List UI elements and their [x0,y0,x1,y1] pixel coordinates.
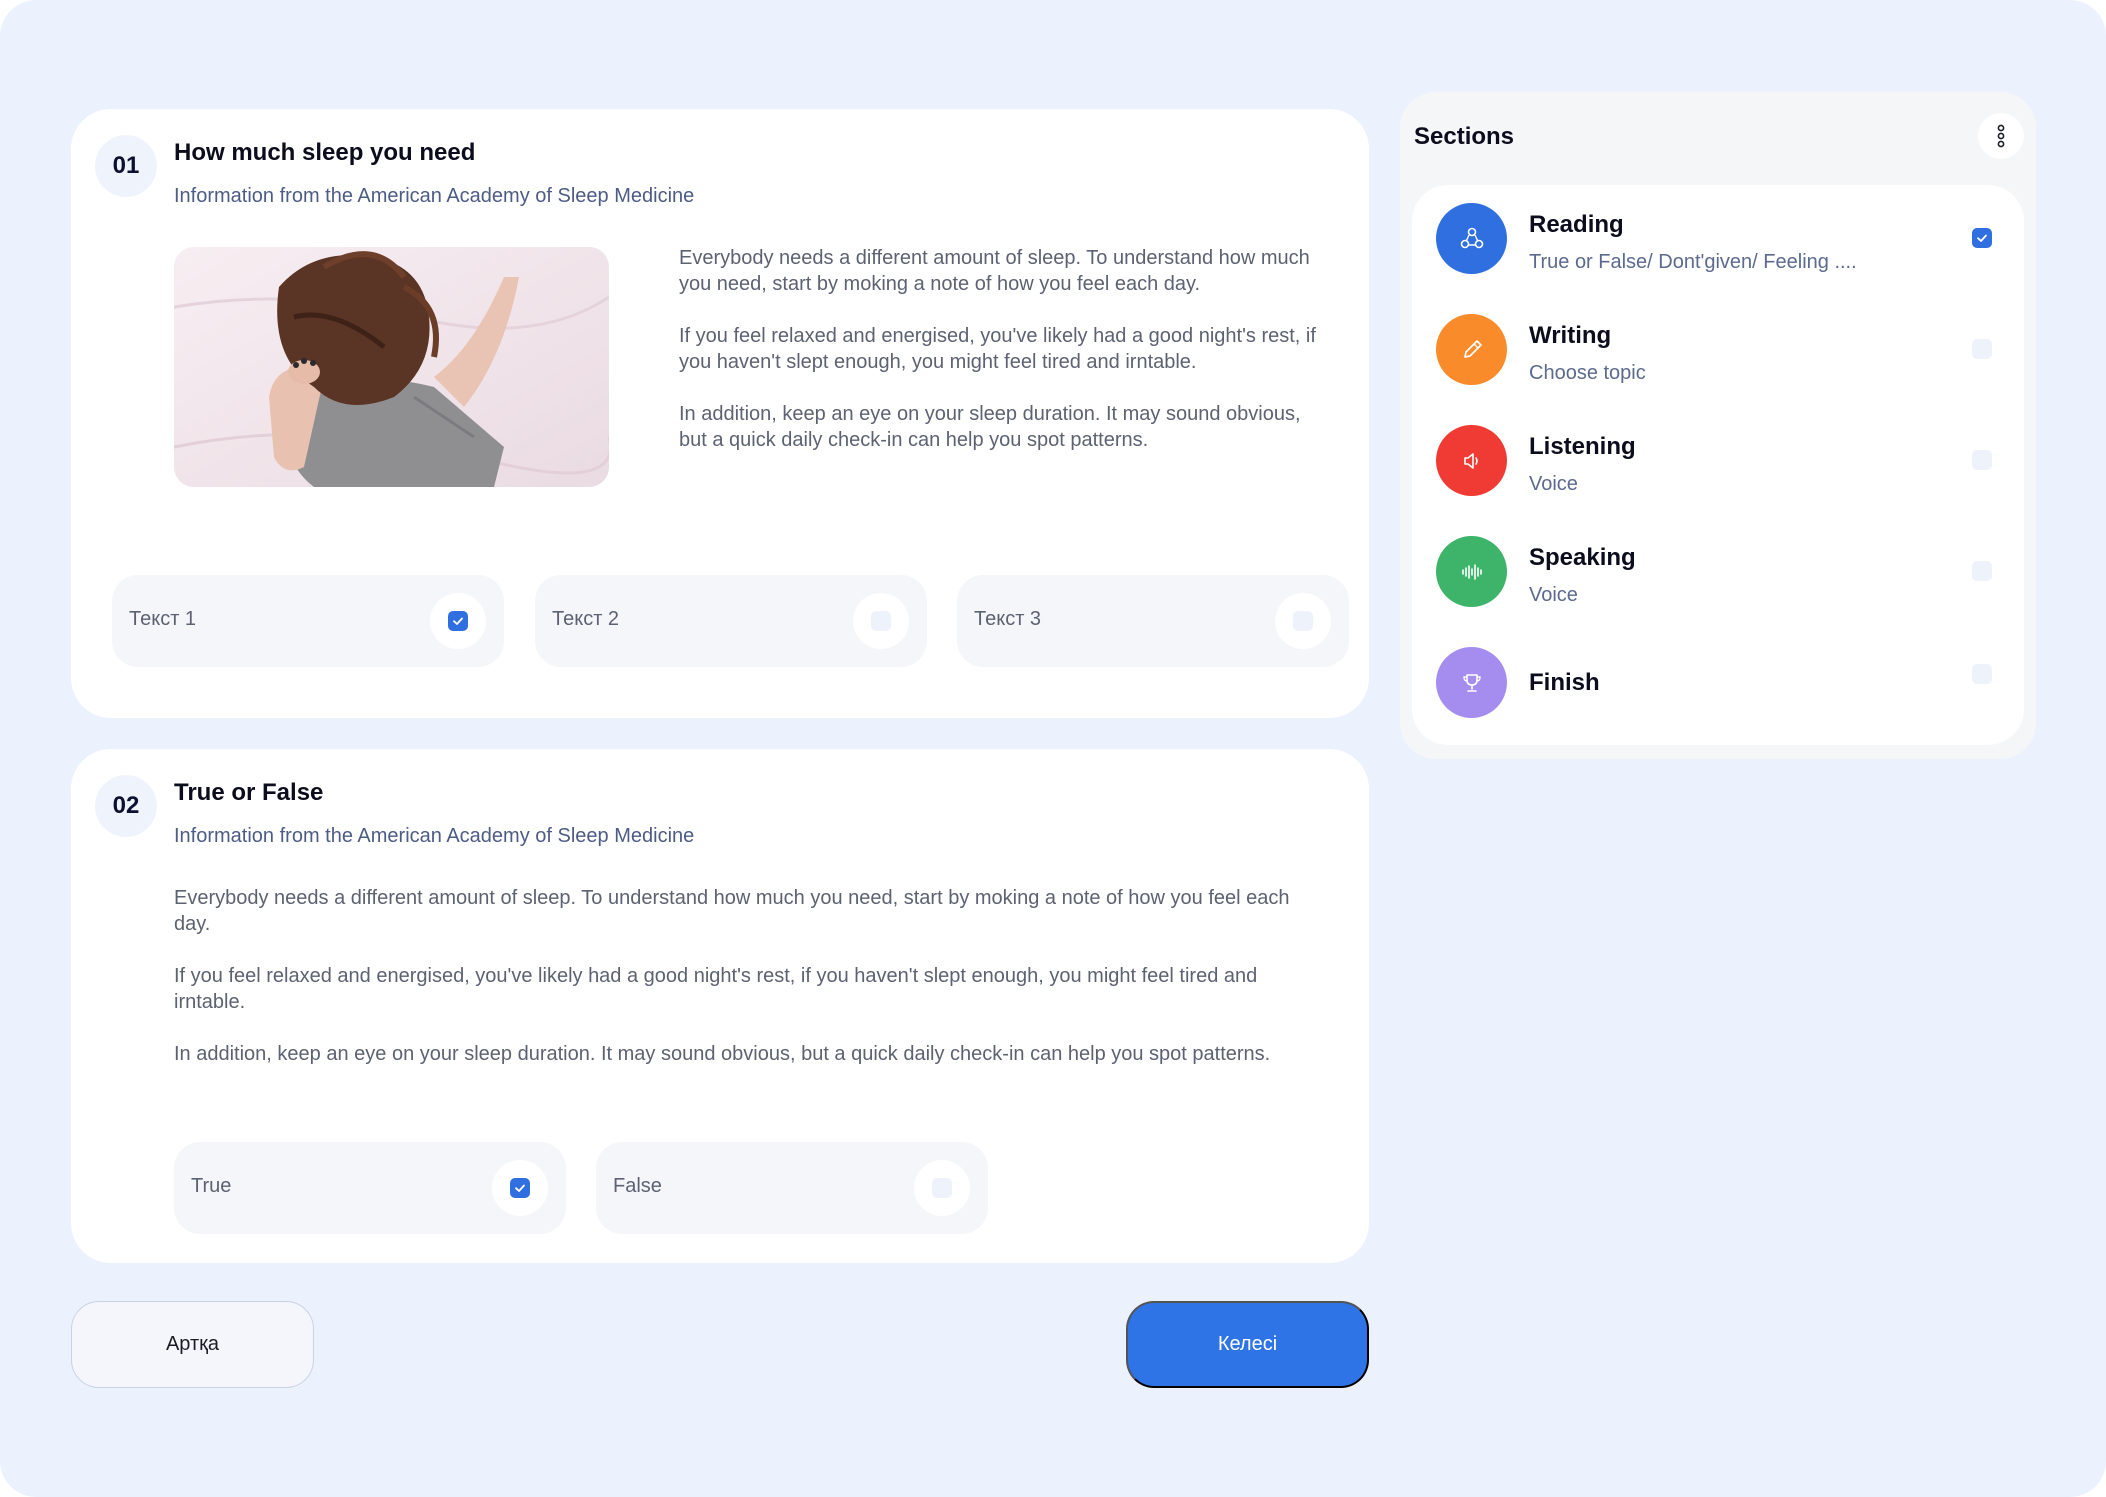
section-name: Listening [1529,433,1636,460]
section-item-speaking[interactable]: Speaking Voice [1412,536,2024,636]
question-card-2: 02 True or False Information from the Am… [71,749,1369,1263]
section-name: Speaking [1529,544,1636,571]
question-number-badge: 01 [95,135,157,197]
section-item-finish[interactable]: Finish [1412,647,2024,747]
section-description: Voice [1529,473,1578,495]
question-subtitle: Information from the American Academy of… [174,825,695,847]
section-description: Choose topic [1529,362,1646,384]
option-label: Текст 3 [974,608,1042,630]
option-checkbox[interactable] [853,593,909,649]
checkbox-checked-icon [510,1178,530,1198]
option-checkbox[interactable] [1275,593,1331,649]
option-label: Текст 1 [129,608,197,630]
checkbox-checked-icon [448,611,468,631]
checkbox-empty-icon[interactable] [1972,561,1992,581]
option-label: Текст 2 [552,608,620,630]
reading-icon [1436,203,1507,274]
passage-paragraph: In addition, keep an eye on your sleep d… [174,1043,1271,1065]
option-checkbox[interactable] [492,1160,548,1216]
answer-option-2[interactable]: Текст 2 [535,575,927,667]
sections-panel: Sections Reading True or False/ Dont'giv… [1400,92,2036,759]
section-description: Voice [1529,584,1578,606]
section-name: Reading [1529,211,1624,238]
checkbox-empty-icon [871,611,891,631]
answer-option-true[interactable]: True [174,1142,566,1234]
passage-paragraph: If you feel relaxed and energised, you'v… [679,325,1316,373]
question-title: True or False [174,779,324,806]
question-number-badge: 02 [95,775,157,837]
more-vertical-icon[interactable] [1978,113,2024,159]
question-title: How much sleep you need [174,139,476,166]
checkbox-empty-icon [932,1178,952,1198]
pen-icon [1436,314,1507,385]
option-label: False [613,1175,662,1197]
passage-paragraph: In addition, keep an eye on your sleep d… [679,403,1301,451]
checkbox-empty-icon[interactable] [1972,664,1992,684]
option-checkbox[interactable] [914,1160,970,1216]
sections-title: Sections [1414,123,1515,150]
passage-paragraph: Everybody needs a different amount of sl… [174,887,1290,935]
trophy-icon [1436,647,1507,718]
option-checkbox[interactable] [430,593,486,649]
answer-option-1[interactable]: Текст 1 [112,575,504,667]
checkbox-empty-icon [1293,611,1313,631]
question-passage: Everybody needs a different amount of sl… [679,245,1319,479]
section-item-reading[interactable]: Reading True or False/ Dont'given/ Feeli… [1412,203,2024,303]
question-subtitle: Information from the American Academy of… [174,185,695,207]
section-name: Finish [1529,669,1600,696]
option-label: True [191,1175,232,1197]
waveform-icon [1436,536,1507,607]
checkbox-empty-icon[interactable] [1972,339,1992,359]
app-frame: 01 How much sleep you need Information f… [0,0,2106,1497]
checkbox-checked-icon[interactable] [1972,228,1992,248]
section-item-listening[interactable]: Listening Voice [1412,425,2024,525]
section-name: Writing [1529,322,1612,349]
passage-paragraph: If you feel relaxed and energised, you'v… [174,965,1258,1013]
next-button[interactable]: Келесі [1126,1301,1369,1388]
passage-paragraph: Everybody needs a different amount of sl… [679,247,1310,295]
checkbox-empty-icon[interactable] [1972,450,1992,470]
back-button[interactable]: Артқа [71,1301,314,1388]
answer-option-false[interactable]: False [596,1142,988,1234]
sleeping-woman-photo [174,247,609,487]
section-description: True or False/ Dont'given/ Feeling .... [1529,251,1857,273]
speaker-icon [1436,425,1507,496]
question-passage: Everybody needs a different amount of sl… [174,885,1324,1093]
section-item-writing[interactable]: Writing Choose topic [1412,314,2024,414]
question-card-1: 01 How much sleep you need Information f… [71,109,1369,718]
answer-option-3[interactable]: Текст 3 [957,575,1349,667]
sections-list: Reading True or False/ Dont'given/ Feeli… [1412,185,2024,745]
